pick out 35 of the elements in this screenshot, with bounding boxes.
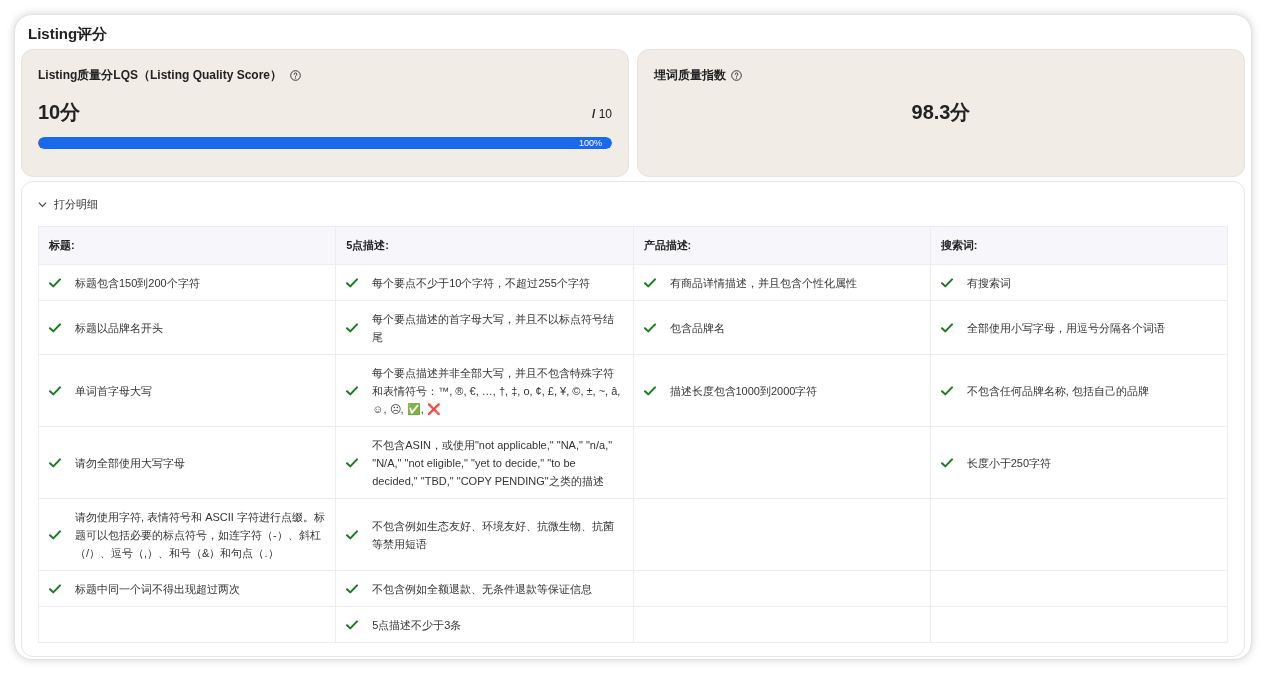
criterion-text: 描述长度包含1000到2000字符 (669, 383, 818, 399)
score-max: / 10 (591, 106, 612, 123)
card-title: Listing质量分LQS（Listing Quality Score） (38, 67, 283, 83)
criterion-text: 不包含ASIN，或使用"not applicable," "NA," "n/a," "N/A," "not eligible," "yet to decide," "to be decided," "TBD," "COPY PENDING"之类的描述 (372, 437, 614, 489)
criterion-text: 标题包含150到200个字符 (75, 275, 200, 291)
criterion-text: 有搜索词 (966, 275, 1011, 291)
criterion-text: 不包含例如生态友好、环境友好、抗微生物、抗菌等禁用短语 (372, 518, 616, 552)
criterion-text: 单词首字母大写 (75, 383, 152, 399)
criterion-text: 请勿使用字符, 表情符号和 ASCII 字符进行点缀。标题可以包括必要的标点符号，如连字符（-）、斜杠（/）、逗号（,）、和号（&）和句点（.） (75, 509, 326, 561)
criterion-text: 标题以品牌名开头 (75, 320, 163, 336)
score-value: 10分 (38, 100, 81, 125)
column-header: 标题: (38, 226, 336, 265)
column-header: 5点描述: (335, 226, 633, 265)
criterion-text: 每个要点描述并非全部大写，并且不包含特殊字符和表情符号：™, ®, €, …, †, ‡, o, ¢, £, ¥, ©, ±, ~, â, ☺, ☹, ✅, ❌ (372, 365, 622, 417)
column-header: 产品描述: (633, 226, 931, 265)
section-title: Listing评分 (28, 24, 108, 44)
detail-toggle[interactable]: 打分明细 (38, 196, 98, 212)
column-header: 搜索词: (930, 226, 1228, 265)
chevron-down-icon (38, 199, 47, 209)
criterion-text: 每个要点描述的首字母大写，并且不以标点符号结尾 (372, 311, 616, 345)
help-icon[interactable] (731, 69, 742, 81)
criterion-text: 标题中同一个词不得出现超过两次 (75, 581, 240, 597)
criterion-text: 每个要点不少于10个字符，不超过255个字符 (372, 275, 590, 291)
criterion-text: 全部使用小写字母，用逗号分隔各个词语 (966, 320, 1165, 336)
criterion-text: 有商品详情描述，并且包含个性化属性 (669, 275, 857, 291)
criterion-text: 5点描述不少于3条 (372, 617, 462, 633)
help-icon[interactable] (290, 69, 302, 81)
criterion-text: 不包含任何品牌名称, 包括自己的品牌 (966, 383, 1149, 399)
progress-label: 100% (578, 137, 602, 149)
criterion-text: 长度小于250字符 (966, 455, 1052, 471)
criterion-text: 包含品牌名 (669, 320, 725, 336)
card-title: 埋词质量指数 (654, 67, 726, 83)
criterion-text: 请勿全部使用大写字母 (75, 455, 185, 471)
score-value: 98.3分 (911, 100, 971, 125)
criterion-text: 不包含例如全额退款、无条件退款等保证信息 (372, 581, 593, 597)
